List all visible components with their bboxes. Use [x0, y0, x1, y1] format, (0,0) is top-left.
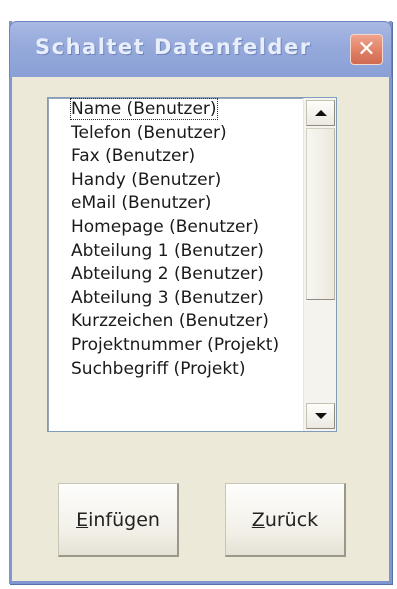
scroll-thumb[interactable]: [306, 128, 335, 300]
list-item[interactable]: eMail (Benutzer): [48, 192, 303, 216]
close-button[interactable]: ✕: [350, 34, 383, 65]
vertical-scrollbar[interactable]: [303, 98, 336, 431]
field-list[interactable]: Name (Benutzer) Telefon (Benutzer) Fax (…: [48, 98, 303, 431]
back-button-label: Zurück: [251, 508, 319, 531]
list-item[interactable]: Handy (Benutzer): [48, 169, 303, 193]
insert-button[interactable]: Einfügen: [58, 483, 179, 557]
back-button[interactable]: Zurück: [225, 483, 346, 557]
list-item[interactable]: Abteilung 3 (Benutzer): [48, 287, 303, 311]
list-item[interactable]: Kurzzeichen (Benutzer): [48, 310, 303, 334]
scroll-down-button[interactable]: [306, 403, 335, 429]
list-item[interactable]: Fax (Benutzer): [48, 145, 303, 169]
list-item[interactable]: Suchbegriff (Projekt): [48, 358, 303, 382]
list-item[interactable]: Projektnummer (Projekt): [48, 334, 303, 358]
close-icon: ✕: [357, 36, 376, 62]
field-listbox[interactable]: Name (Benutzer) Telefon (Benutzer) Fax (…: [47, 97, 337, 432]
list-item[interactable]: Homepage (Benutzer): [48, 216, 303, 240]
arrow-down-icon: [314, 413, 327, 419]
scroll-up-button[interactable]: [306, 100, 335, 126]
title-bar[interactable]: Schaltet Datenfelder ✕: [9, 21, 392, 77]
window-title: Schaltet Datenfelder: [35, 35, 312, 59]
arrow-up-icon: [314, 110, 327, 116]
list-item[interactable]: Abteilung 1 (Benutzer): [48, 240, 303, 264]
list-item[interactable]: Telefon (Benutzer): [48, 122, 303, 146]
insert-button-label: Einfügen: [76, 508, 160, 531]
list-item[interactable]: Name (Benutzer): [48, 98, 303, 122]
list-item[interactable]: Abteilung 2 (Benutzer): [48, 263, 303, 287]
